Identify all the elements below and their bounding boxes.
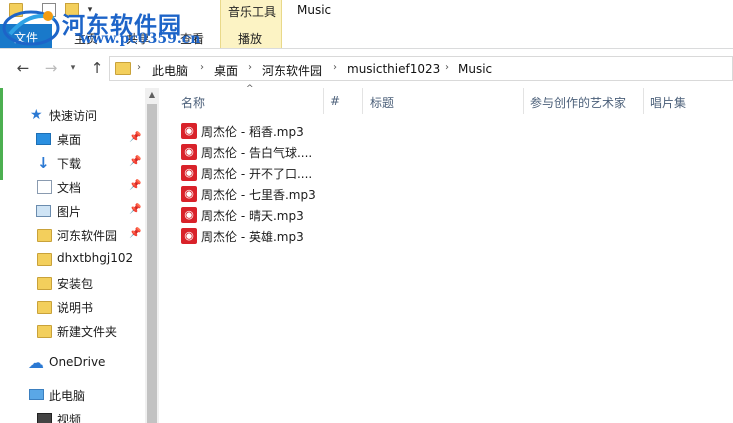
breadcrumb-this-pc[interactable]: 此电脑 xyxy=(152,62,188,79)
sidebar-item-label: 下载 xyxy=(57,157,82,171)
folder-icon xyxy=(37,229,52,242)
list-item[interactable]: ◉ 周杰伦 - 七里香.mp3 xyxy=(180,183,330,204)
sidebar-item-label: 新建文件夹 xyxy=(57,325,118,339)
folder-icon xyxy=(37,253,52,266)
watermark-url: www.pc0359.cn xyxy=(80,31,201,47)
sidebar-item-new-folder[interactable]: 新建文件夹 xyxy=(0,320,145,342)
netease-music-icon: ◉ xyxy=(181,228,197,244)
breadcrumb-desktop[interactable]: 桌面 xyxy=(214,62,238,79)
ribbon-divider xyxy=(0,48,733,49)
navigation-bar: ← → ▾ ↑ › 此电脑 › 桌面 › 河东软件园 › musicthief1… xyxy=(0,54,733,82)
music-tools-label: 音乐工具 xyxy=(227,5,276,19)
cloud-icon: ☁ xyxy=(28,353,44,372)
pin-icon: 📌 xyxy=(129,204,142,215)
sidebar-item-label: 桌面 xyxy=(57,133,82,147)
sidebar-item-quick-access[interactable]: ★ 快速访问 xyxy=(0,104,145,126)
sidebar-item-label: 此电脑 xyxy=(49,389,86,403)
column-header-label: 名称 xyxy=(181,96,206,110)
list-item[interactable]: ◉ 周杰伦 - 稻香.mp3 xyxy=(180,120,330,141)
recent-locations-chevron-down-icon[interactable]: ▾ xyxy=(66,58,80,78)
sidebar-item-label: 快速访问 xyxy=(49,109,98,123)
sidebar-item-pictures[interactable]: 图片 📌 xyxy=(0,200,145,222)
scroll-up-arrow-icon[interactable]: ▲ xyxy=(145,88,159,102)
pin-icon: 📌 xyxy=(129,132,142,143)
sort-ascending-icon: ^ xyxy=(246,84,254,94)
star-icon: ★ xyxy=(30,107,43,123)
sidebar-item-label: 文档 xyxy=(57,181,82,195)
download-icon: ↓ xyxy=(37,154,50,172)
sidebar-item-hedong[interactable]: 河东软件园 📌 xyxy=(0,224,145,246)
sidebar-item-label: 说明书 xyxy=(57,301,94,315)
back-arrow-icon[interactable]: ← xyxy=(13,58,33,78)
sidebar-item-label: 河东软件园 xyxy=(57,229,118,243)
folder-icon xyxy=(37,277,52,290)
computer-icon xyxy=(29,389,44,400)
breadcrumb-separator-icon[interactable]: › xyxy=(248,62,252,73)
sidebar-item-installers[interactable]: 安装包 xyxy=(0,272,145,294)
sidebar-item-label: 图片 xyxy=(57,205,82,219)
sidebar-item-manuals[interactable]: 说明书 xyxy=(0,296,145,318)
sidebar-item-videos[interactable]: 视频 xyxy=(0,408,145,423)
file-name: 周杰伦 - 告白气球.... xyxy=(201,146,313,160)
file-name: 周杰伦 - 开不了口.... xyxy=(201,167,313,181)
list-item[interactable]: ◉ 周杰伦 - 晴天.mp3 xyxy=(180,204,330,225)
column-divider[interactable] xyxy=(362,88,363,114)
file-name: 周杰伦 - 英雄.mp3 xyxy=(201,230,304,244)
sidebar-item-onedrive[interactable]: ☁ OneDrive xyxy=(0,352,145,374)
scrollbar-thumb[interactable] xyxy=(147,104,157,423)
file-name: 周杰伦 - 晴天.mp3 xyxy=(201,209,304,223)
column-header-label: 标题 xyxy=(370,96,395,110)
up-arrow-icon[interactable]: ↑ xyxy=(87,58,107,78)
sidebar-item-label: 安装包 xyxy=(57,277,94,291)
list-item[interactable]: ◉ 周杰伦 - 开不了口.... xyxy=(180,162,330,183)
pin-icon: 📌 xyxy=(129,156,142,167)
file-name: 周杰伦 - 稻香.mp3 xyxy=(201,125,304,139)
address-bar[interactable]: › 此电脑 › 桌面 › 河东软件园 › musicthief1023 › Mu… xyxy=(109,56,733,81)
desktop-icon xyxy=(36,133,51,145)
sidebar-item-this-pc[interactable]: 此电脑 xyxy=(0,384,145,406)
breadcrumb-separator-icon[interactable]: › xyxy=(333,62,337,73)
navigation-pane-scrollbar[interactable]: ▲ xyxy=(145,88,159,423)
breadcrumb-separator-icon[interactable]: › xyxy=(200,62,204,73)
column-header-label: 唱片集 xyxy=(650,96,687,110)
netease-music-icon: ◉ xyxy=(181,207,197,223)
watermark-logo-icon xyxy=(2,10,60,46)
breadcrumb-hedong-folder[interactable]: 河东软件园 xyxy=(262,62,322,79)
netease-music-icon: ◉ xyxy=(181,165,197,181)
column-divider[interactable] xyxy=(323,88,324,114)
list-item[interactable]: ◉ 周杰伦 - 告白气球.... xyxy=(180,141,330,162)
navigation-pane: ★ 快速访问 桌面 📌 ↓ 下载 📌 文档 📌 图片 📌 河东软件园 📌 dhx… xyxy=(0,88,145,423)
column-header-label: 参与创作的艺术家 xyxy=(530,96,627,110)
window-title: Music xyxy=(297,3,332,17)
breadcrumb-musicthief[interactable]: musicthief1023 xyxy=(347,62,440,76)
breadcrumb-separator-icon[interactable]: › xyxy=(137,62,141,73)
file-name: 周杰伦 - 七里香.mp3 xyxy=(201,188,316,202)
tab-play[interactable]: 播放 xyxy=(238,30,262,47)
picture-icon xyxy=(36,205,51,217)
list-item[interactable]: ◉ 周杰伦 - 英雄.mp3 xyxy=(180,225,330,246)
column-divider[interactable] xyxy=(523,88,524,114)
folder-icon xyxy=(37,301,52,314)
sidebar-item-label: 视频 xyxy=(57,413,82,423)
column-divider[interactable] xyxy=(643,88,644,114)
netease-music-icon: ◉ xyxy=(181,123,197,139)
netease-music-icon: ◉ xyxy=(181,144,197,160)
sidebar-item-desktop[interactable]: 桌面 📌 xyxy=(0,128,145,150)
sidebar-item-label: dhxtbhgj102 xyxy=(57,251,134,265)
column-header-label: # xyxy=(330,94,341,108)
breadcrumb-separator-icon[interactable]: › xyxy=(445,62,449,73)
sidebar-item-documents[interactable]: 文档 📌 xyxy=(0,176,145,198)
breadcrumb-music[interactable]: Music xyxy=(458,62,492,76)
sidebar-item-dhxtbhgj102[interactable]: dhxtbhgj102 xyxy=(0,248,145,270)
video-icon xyxy=(37,413,52,423)
folder-icon xyxy=(115,62,131,75)
pin-icon: 📌 xyxy=(129,228,142,239)
folder-icon xyxy=(37,325,52,338)
document-icon xyxy=(37,180,52,194)
sidebar-item-label: OneDrive xyxy=(49,355,106,369)
sidebar-item-downloads[interactable]: ↓ 下载 📌 xyxy=(0,152,145,174)
forward-arrow-icon[interactable]: → xyxy=(41,58,61,78)
netease-music-icon: ◉ xyxy=(181,186,197,202)
pin-icon: 📌 xyxy=(129,180,142,191)
